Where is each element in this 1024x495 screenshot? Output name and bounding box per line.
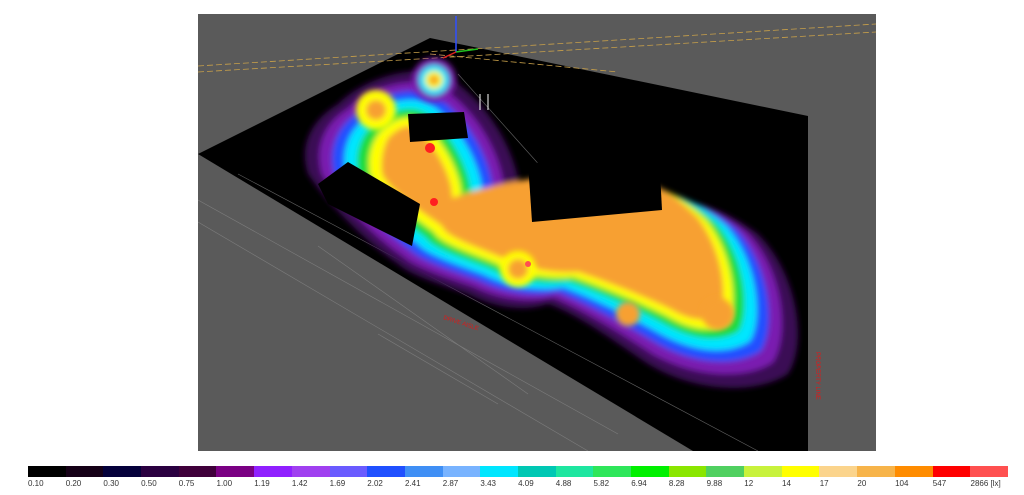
legend-swatch — [442, 466, 481, 477]
legend-swatch — [178, 466, 217, 477]
legend-tick-label: 0.50 — [141, 479, 157, 488]
legend-swatch — [555, 466, 594, 477]
legend-tick-label: 2.02 — [367, 479, 383, 488]
legend-tick-label: 17 — [819, 479, 829, 488]
legend-swatch — [103, 466, 142, 477]
legend-swatch — [668, 466, 707, 477]
legend-swatch — [857, 466, 895, 477]
legend-tick-label: 104 — [895, 479, 909, 488]
legend-tick-label: 1.69 — [329, 479, 346, 488]
legend-swatch — [781, 466, 820, 477]
legend-tick-label: 6.94 — [631, 479, 647, 488]
legend-swatch — [65, 466, 104, 477]
scene-render: DRIVE AISLE PROPERTY LINE — [198, 16, 876, 451]
legend-tick-label: 14 — [782, 479, 791, 488]
legend-tick-label: 1.19 — [254, 479, 270, 488]
legend-swatch — [819, 466, 858, 477]
legend-swatch — [706, 466, 745, 477]
color-legend: 0.10 0.20 0.30 0.50 0.75 1.00 1.19 1.42 1.69 2.02… — [28, 466, 1008, 490]
legend-tick-label: 1.00 — [216, 479, 233, 488]
building-small — [408, 112, 468, 142]
legend-swatch — [894, 466, 933, 477]
legend-swatch — [254, 466, 292, 477]
legend-tick-label: 12 — [744, 479, 754, 488]
legend-swatch — [367, 466, 405, 477]
legend-swatch — [404, 466, 443, 477]
hotspot — [425, 143, 435, 153]
legend-swatch — [970, 466, 1008, 477]
legend-swatch — [631, 466, 669, 477]
legend-swatch — [517, 466, 556, 477]
legend-tick-label: 2866 [lx] — [970, 479, 1001, 488]
legend-swatch — [329, 466, 368, 477]
legend-tick-label: 5.82 — [593, 479, 610, 488]
legend-swatch — [480, 466, 518, 477]
legend-tick-label: 9.88 — [706, 479, 723, 488]
annotation-label: PROPERTY LINE — [814, 352, 820, 400]
legend-swatch — [932, 466, 971, 477]
legend-ticks: 0.10 0.20 0.30 0.50 0.75 1.00 1.19 1.42 1.69 2.02… — [28, 479, 1008, 490]
legend-tick-label: 2.41 — [405, 479, 421, 488]
legend-swatch — [744, 466, 782, 477]
legend-tick-label: 1.42 — [291, 479, 308, 488]
legend-tick-label: 0.10 — [28, 479, 44, 488]
legend-tick-label: 0.20 — [65, 479, 82, 488]
hotspot — [525, 261, 531, 267]
legend-tick-label: 547 — [932, 479, 947, 488]
legend-tick-label: 0.75 — [178, 479, 195, 488]
legend-tick-label: 0.30 — [103, 479, 119, 488]
legend-swatch — [291, 466, 330, 477]
3d-viewport[interactable]: DRIVE AISLE PROPERTY LINE — [198, 14, 876, 451]
legend-swatch — [216, 466, 255, 477]
legend-tick-label: 2.87 — [442, 479, 459, 488]
legend-tick-label: 20 — [857, 479, 867, 488]
legend-swatch — [593, 466, 631, 477]
legend-swatch — [28, 466, 66, 477]
legend-swatch — [141, 466, 179, 477]
legend-tick-label: 4.88 — [555, 479, 572, 488]
legend-swatches — [28, 466, 1008, 477]
legend-tick-label: 8.28 — [668, 479, 685, 488]
legend-tick-label: 3.43 — [480, 479, 496, 488]
hotspot — [430, 198, 438, 206]
legend-tick-label: 4.09 — [518, 479, 534, 488]
